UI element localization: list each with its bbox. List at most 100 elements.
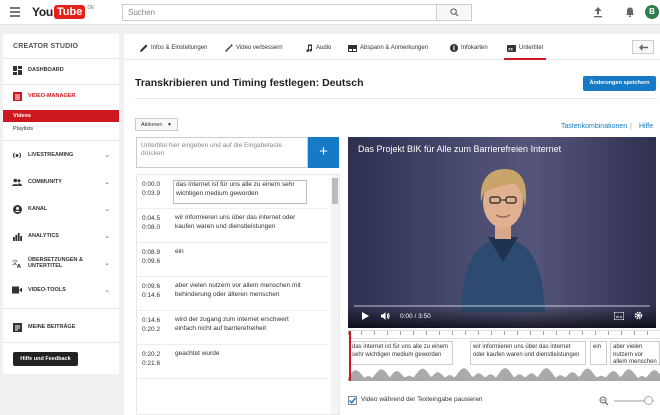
- chevron-down-icon[interactable]: ⌄: [103, 205, 111, 213]
- video-player[interactable]: Das Projekt BIK für Alle zum Barrierefre…: [348, 137, 656, 328]
- tab-infos-settings[interactable]: Infos & Einstellungen: [139, 42, 207, 54]
- sidebar-item-translations[interactable]: 文A ÜBERSETZUNGEN & UNTERTITEL ⌄: [3, 253, 119, 273]
- back-button[interactable]: [632, 40, 654, 54]
- cue-end-time[interactable]: 0:14.6: [142, 292, 160, 299]
- menu-icon[interactable]: [10, 7, 20, 17]
- cue-end-time[interactable]: 0:09.6: [142, 258, 160, 265]
- help-feedback-button[interactable]: Hilfe und Feedback: [13, 352, 78, 366]
- play-icon[interactable]: [361, 312, 369, 320]
- cc-icon: cc: [507, 44, 516, 53]
- zoom-slider-knob[interactable]: [644, 396, 653, 405]
- keyboard-shortcuts-link[interactable]: Tastenkombinationen: [561, 123, 627, 130]
- cue-start-time[interactable]: 0:09.6: [142, 283, 160, 290]
- subtitle-row[interactable]: 0:09.6 0:14.6 aber vielen nutzern vor al…: [137, 277, 329, 311]
- speaker-image: [461, 169, 545, 312]
- cue-text[interactable]: das internet ist für uns alle zu einem s…: [173, 180, 307, 204]
- add-subtitle-button[interactable]: +: [308, 137, 339, 168]
- sidebar-item-label: DASHBOARD: [28, 66, 64, 73]
- subtitle-row[interactable]: 0:04.5 0:08.0 wir informieren uns über d…: [137, 209, 329, 243]
- cue-end-time[interactable]: 0:21.6: [142, 360, 160, 367]
- settings-gear-icon[interactable]: [634, 311, 643, 320]
- tab-info-cards[interactable]: Infokarten: [449, 42, 488, 54]
- cue-start-time[interactable]: 0:04.5: [142, 215, 160, 222]
- caret-down-icon: ▼: [166, 122, 172, 128]
- ruler-tick: [426, 331, 427, 335]
- tab-enhance-video[interactable]: Video verbessern: [224, 42, 283, 54]
- cue-text[interactable]: ein: [173, 248, 307, 257]
- subtitles-toggle-icon[interactable]: [614, 312, 624, 320]
- chevron-down-icon[interactable]: ⌄: [103, 232, 111, 240]
- zoom-out-icon[interactable]: [599, 396, 609, 406]
- volume-icon[interactable]: [381, 312, 390, 320]
- cue-end-time[interactable]: 0:20.2: [142, 326, 160, 333]
- cue-start-time[interactable]: 0:14.6: [142, 317, 160, 324]
- cue-text[interactable]: aber vielen nutzern vor allem menschen m…: [173, 282, 307, 299]
- ruler-tick: [569, 331, 570, 335]
- subtitle-timeline[interactable]: das internet ist für uns alle zu einem s…: [348, 330, 660, 381]
- sidebar-subitem-videos[interactable]: Videos: [3, 110, 119, 122]
- sidebar-item-community[interactable]: COMMUNITY ⌄: [3, 172, 119, 192]
- sidebar-item-dashboard[interactable]: DASHBOARD: [3, 60, 119, 80]
- cue-text[interactable]: geachtet wurde: [173, 350, 307, 359]
- bell-icon[interactable]: [624, 6, 636, 18]
- timeline-segment[interactable]: aber vielen nutzern vor allem menschen m…: [610, 341, 660, 365]
- cue-text[interactable]: wird der zugang zum internet erschwert e…: [173, 316, 307, 333]
- sidebar-item-analytics[interactable]: ANALYTICS ⌄: [3, 226, 119, 246]
- subtitle-row[interactable]: 0:00.0 0:03.9 das internet ist für uns a…: [137, 175, 329, 209]
- upload-icon[interactable]: [592, 6, 604, 18]
- ruler-tick: [491, 331, 492, 335]
- timeline-segment[interactable]: wir informieren uns über das internet od…: [470, 341, 586, 365]
- ruler-tick: [621, 331, 622, 335]
- cue-end-time[interactable]: 0:08.0: [142, 224, 160, 231]
- pause-while-typing-checkbox[interactable]: [348, 396, 357, 405]
- cue-end-time[interactable]: 0:03.9: [142, 190, 160, 197]
- sidebar-item-livestreaming[interactable]: LIVESTREAMING ⌄: [3, 145, 119, 165]
- cue-start-time[interactable]: 0:00.0: [142, 181, 160, 188]
- chevron-down-icon[interactable]: ⌄: [103, 259, 111, 267]
- sidebar-title: CREATOR STUDIO: [13, 43, 79, 50]
- scrollbar[interactable]: [331, 175, 339, 414]
- timeline-segment[interactable]: ein: [590, 341, 607, 365]
- chevron-down-icon[interactable]: ⌄: [103, 286, 111, 294]
- sidebar-item-video-tools[interactable]: VIDEO-TOOLS ⌄: [3, 280, 119, 300]
- chevron-down-icon[interactable]: ⌄: [103, 178, 111, 186]
- scrollbar-thumb[interactable]: [332, 178, 338, 204]
- tab-label: Untertitel: [519, 45, 544, 51]
- actions-dropdown[interactable]: Aktionen ▼: [135, 118, 178, 131]
- subtitle-row[interactable]: 0:20.2 0:21.6 geachtet wurde: [137, 345, 329, 379]
- save-changes-button[interactable]: Änderungen speichern: [583, 76, 656, 91]
- tab-label: Video verbessern: [236, 45, 283, 51]
- youtube-logo[interactable]: You Tube DE: [32, 4, 94, 20]
- search-input[interactable]: Suchen: [122, 4, 472, 21]
- subtitle-input[interactable]: Untertitel hier eingeben und auf die Ein…: [136, 137, 308, 168]
- tab-audio[interactable]: Audio: [304, 42, 331, 54]
- cue-start-time[interactable]: 0:20.2: [142, 351, 160, 358]
- sidebar-item-video-manager[interactable]: VIDEO-MANAGER: [3, 86, 119, 106]
- avatar[interactable]: B: [645, 5, 659, 19]
- subtitle-list: 0:00.0 0:03.9 das internet ist für uns a…: [136, 174, 340, 415]
- subtitle-row[interactable]: 0:08.9 0:09.6 ein: [137, 243, 329, 277]
- cue-start-time[interactable]: 0:08.9: [142, 249, 160, 256]
- cue-text[interactable]: wir informieren uns über das internet od…: [173, 214, 307, 231]
- svg-text:A: A: [17, 264, 21, 268]
- divider: [135, 98, 657, 99]
- subtitle-row[interactable]: 0:14.6 0:20.2 wird der zugang zum intern…: [137, 311, 329, 345]
- help-link[interactable]: Hilfe: [639, 123, 653, 130]
- tab-end-screen[interactable]: Abspann & Anmerkungen: [348, 42, 428, 54]
- sidebar-subitem-playlists[interactable]: Playlists: [3, 123, 119, 135]
- logo-text-tube: Tube: [53, 5, 86, 19]
- tab-subtitles[interactable]: cc Untertitel: [503, 42, 547, 60]
- video-progress-bar[interactable]: [354, 305, 650, 307]
- timeline-segment[interactable]: das internet ist für uns alle zu einem s…: [349, 341, 453, 365]
- search-button[interactable]: [436, 4, 472, 21]
- contributions-icon: [12, 322, 22, 332]
- video-manager-icon: [12, 91, 22, 101]
- sidebar-item-kanal[interactable]: KANAL ⌄: [3, 199, 119, 219]
- ruler-tick: [543, 331, 544, 335]
- sidebar-item-contributions[interactable]: MEINE BEITRÄGE: [3, 317, 119, 337]
- page-title: Transkribieren und Timing festlegen: Deu…: [135, 77, 364, 89]
- playhead[interactable]: [349, 331, 351, 381]
- chevron-down-icon[interactable]: ⌄: [103, 151, 111, 159]
- music-note-icon: [304, 44, 313, 53]
- logo-text-you: You: [32, 5, 53, 19]
